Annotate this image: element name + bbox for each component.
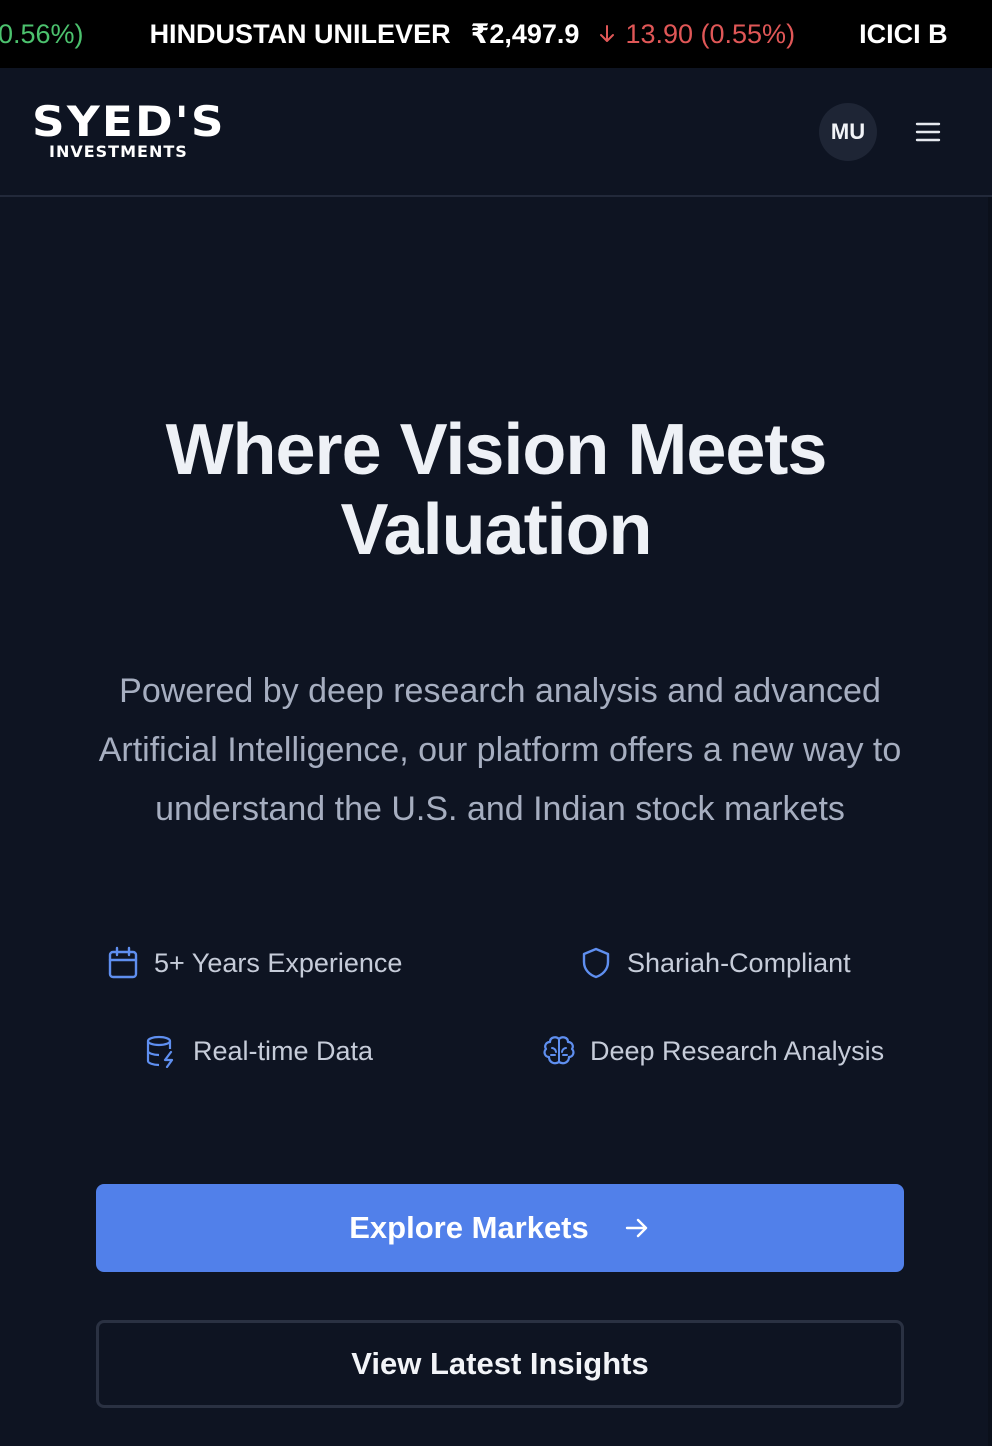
feature-label: Shariah-Compliant [627,947,851,978]
feature-list: 5+ Years Experience Shariah-Compliant Re… [0,930,992,1090]
ticker-change: 13.90 (0.55%) [597,19,795,50]
ticker-item[interactable]: 0.56%) [0,0,84,68]
ticker-price: ₹2,497.9 [470,18,580,49]
arrow-down-icon [597,22,617,46]
brain-icon [542,1034,576,1068]
feature-label: Real-time Data [193,1035,374,1066]
shield-icon [579,946,613,980]
user-avatar[interactable]: MU [819,103,877,161]
logo-sub-text: INVESTMENTS [49,142,188,161]
view-insights-button[interactable]: View Latest Insights [96,1320,904,1408]
brand-logo[interactable]: SYED'S INVESTMENTS [32,101,254,163]
ticker-symbol: ICICI B [859,18,948,49]
ticker-item[interactable]: ICICI B [859,0,948,68]
hero-subtitle: Powered by deep research analysis and ad… [98,672,902,828]
ticker-item[interactable]: HINDUSTAN UNILEVER ₹2,497.9 13.90 (0.55%… [150,0,796,68]
database-zap-icon [145,1034,179,1068]
arrow-right-icon [623,1214,651,1242]
feature-item: Deep Research Analysis [542,1034,884,1068]
view-insights-label: View Latest Insights [351,1346,649,1381]
hamburger-menu-icon [915,122,941,142]
calendar-icon [106,946,140,980]
explore-markets-button[interactable]: Explore Markets [96,1184,904,1272]
ticker-track: 0.56%) HINDUSTAN UNILEVER ₹2,497.9 13.90… [0,0,948,68]
menu-button[interactable] [908,112,948,152]
stock-ticker: 0.56%) HINDUSTAN UNILEVER ₹2,497.9 13.90… [0,0,992,68]
feature-label: 5+ Years Experience [154,947,403,978]
scroll-edge [988,197,992,1446]
site-header: SYED'S INVESTMENTS MU [0,68,992,197]
ticker-symbol: HINDUSTAN UNILEVER [149,18,451,49]
logo-main-text: SYED'S [32,97,226,146]
feature-item: Real-time Data [145,1034,373,1068]
feature-item: Shariah-Compliant [579,946,851,980]
feature-label: Deep Research Analysis [590,1035,885,1066]
feature-item: 5+ Years Experience [106,946,402,980]
hero-title: Where Vision Meets Valuation [0,410,992,570]
hero-title-line: Where Vision Meets [165,410,828,490]
ticker-change: 0.56%) [0,18,84,49]
explore-markets-label: Explore Markets [349,1210,589,1245]
ticker-change-value: 13.90 (0.55%) [625,18,796,49]
hero-title-line: Valuation [340,490,652,570]
